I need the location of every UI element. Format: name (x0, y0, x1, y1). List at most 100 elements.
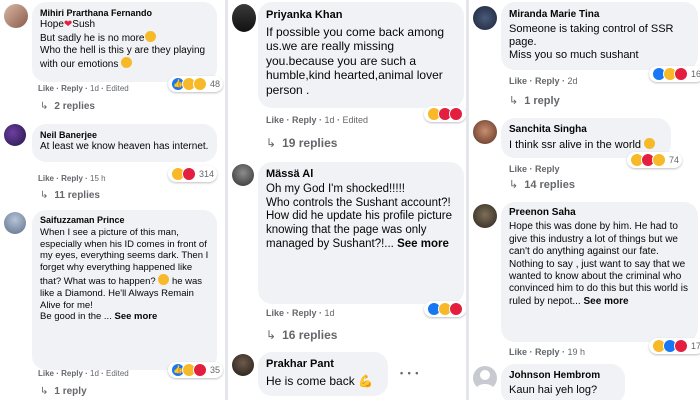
reply-action[interactable]: Reply (61, 84, 83, 93)
timestamp: 2d (567, 76, 578, 86)
edited-label: Edited (106, 369, 129, 378)
commenter-name[interactable]: Johnson Hembrom (509, 369, 617, 382)
reaction-summary[interactable]: 👍 35 (168, 362, 224, 378)
comment-bubble: Mässä Al Oh my God I'm shocked!!!!! Who … (258, 162, 464, 304)
comment-saifuzzaman: Saifuzzaman Prince When I see a picture … (0, 206, 225, 400)
comment-massa: Mässä Al Oh my God I'm shocked!!!!! Who … (228, 158, 466, 346)
reply-action[interactable]: Reply (61, 369, 83, 378)
ellipsis-icon[interactable]: • • • (400, 368, 419, 378)
like-action[interactable]: Like (266, 308, 284, 318)
comment-actions: Like · Reply · 19 h (509, 347, 586, 357)
avatar[interactable] (232, 164, 254, 186)
reaction-count: 17 (691, 341, 700, 351)
commenter-name[interactable]: Miranda Marie Tina (509, 8, 690, 21)
comment-text: Hope❤Sush But sadly he is no more Who th… (40, 19, 206, 70)
like-action[interactable]: Like (38, 84, 54, 93)
reaction-summary[interactable] (424, 301, 466, 317)
sad-icon (652, 153, 666, 167)
avatar[interactable] (232, 354, 254, 376)
crying-emoji-icon (158, 273, 170, 285)
like-action[interactable]: Like (509, 164, 527, 174)
comment-bubble: Preenon Saha Hope this was done by him. … (501, 202, 698, 342)
view-replies-link[interactable]: ↳ 2 replies (40, 101, 95, 112)
reaction-summary[interactable]: 74 (627, 152, 683, 168)
comment-priyanka: Priyanka Khan If possible you come back … (228, 0, 466, 158)
comment-bubble: Miranda Marie Tina Someone is taking con… (501, 2, 698, 70)
comment-text: When I see a picture of this man, especi… (40, 226, 209, 323)
view-replies-link[interactable]: ↳ 14 replies (509, 178, 575, 191)
avatar[interactable] (4, 124, 26, 146)
comment-text: Kaun hai yeh log? (509, 384, 598, 396)
reaction-count: 35 (210, 365, 221, 375)
avatar[interactable] (473, 6, 497, 30)
reply-action[interactable]: Reply (535, 164, 560, 174)
love-icon (449, 302, 463, 316)
like-action[interactable]: Like (266, 115, 284, 125)
comment-actions: Like · Reply · 1d · Edited (266, 115, 369, 125)
crying-emoji-icon (144, 31, 156, 42)
avatar[interactable] (232, 4, 256, 32)
comment-text: If possible you come back among us.we ar… (266, 24, 445, 97)
comment-neil: Neil Banerjee At least we know heaven ha… (0, 120, 225, 202)
commenter-name[interactable]: Priyanka Khan (266, 8, 456, 23)
commenter-name[interactable]: Prakhar Pant (266, 357, 380, 371)
love-icon (182, 167, 196, 181)
comment-actions: Like · Reply · 1d · Edited (38, 84, 129, 93)
view-replies-link[interactable]: ↳ 11 replies (40, 190, 100, 201)
reaction-count: 74 (669, 155, 680, 165)
reaction-summary[interactable]: 16 (649, 66, 700, 82)
commenter-name[interactable]: Neil Banerjee (40, 129, 209, 141)
timestamp: 1d (90, 369, 99, 378)
commenter-name[interactable]: Sanchita Singha (509, 123, 663, 136)
view-replies-link[interactable]: ↳ 19 replies (266, 136, 337, 150)
comment-bubble: Johnson Hembrom Kaun hai yeh log? (501, 364, 625, 400)
reaction-summary[interactable] (424, 106, 466, 122)
view-replies-link[interactable]: ↳ 1 reply (509, 94, 560, 107)
see-more-link[interactable]: See more (397, 238, 449, 250)
timestamp: 15 h (90, 174, 106, 183)
comment-prakhar: Prakhar Pant He is come back 💪 • • • (228, 348, 466, 400)
comment-bubble: Mihiri Prarthana Fernando Hope❤Sush But … (32, 2, 217, 82)
avatar[interactable] (4, 212, 26, 234)
view-replies-link[interactable]: ↳ 1 reply (40, 386, 87, 397)
comment-text: He is come back 💪 (266, 374, 373, 388)
reply-arrow-icon: ↳ (509, 179, 519, 191)
reply-action[interactable]: Reply (292, 115, 317, 125)
comment-mihiri: Mihiri Prarthana Fernando Hope❤Sush But … (0, 0, 225, 120)
timestamp: 19 h (567, 347, 586, 357)
comment-preenon: Preenon Saha Hope this was done by him. … (469, 198, 700, 360)
comment-text: Someone is taking control of SSR page. M… (509, 23, 674, 61)
reaction-summary[interactable]: 👍 48 (168, 76, 224, 92)
commenter-name[interactable]: Preenon Saha (509, 207, 690, 219)
avatar[interactable] (473, 120, 497, 144)
like-action[interactable]: Like (38, 369, 54, 378)
avatar[interactable] (473, 204, 497, 228)
see-more-link[interactable]: See more (584, 296, 629, 307)
see-more-link[interactable]: See more (114, 311, 157, 322)
reply-arrow-icon: ↳ (266, 328, 277, 342)
view-replies-link[interactable]: ↳ 16 replies (266, 328, 337, 342)
default-avatar-icon (476, 370, 494, 390)
comment-bubble: Saifuzzaman Prince When I see a picture … (32, 210, 217, 370)
reply-action[interactable]: Reply (535, 347, 560, 357)
commenter-name[interactable]: Saifuzzaman Prince (40, 215, 209, 227)
commenter-name[interactable]: Mässä Al (266, 168, 456, 182)
reply-action[interactable]: Reply (292, 308, 317, 318)
avatar[interactable] (4, 4, 28, 28)
comment-bubble: Neil Banerjee At least we know heaven ha… (32, 124, 217, 162)
sad-icon (193, 77, 207, 91)
like-action[interactable]: Like (38, 174, 54, 183)
reply-arrow-icon: ↳ (266, 136, 277, 150)
comment-bubble: Priyanka Khan If possible you come back … (258, 2, 464, 108)
commenter-name[interactable]: Mihiri Prarthana Fernando (40, 7, 209, 19)
reply-arrow-icon: ↳ (509, 95, 519, 107)
sad-icon (449, 107, 463, 121)
comment-miranda: Miranda Marie Tina Someone is taking con… (469, 0, 700, 112)
reaction-summary[interactable]: 17 (649, 338, 700, 354)
reaction-summary[interactable]: 314 (168, 166, 218, 182)
reply-action[interactable]: Reply (535, 76, 560, 86)
avatar[interactable] (473, 366, 497, 390)
reply-action[interactable]: Reply (61, 174, 83, 183)
like-action[interactable]: Like (509, 347, 527, 357)
like-action[interactable]: Like (509, 76, 527, 86)
